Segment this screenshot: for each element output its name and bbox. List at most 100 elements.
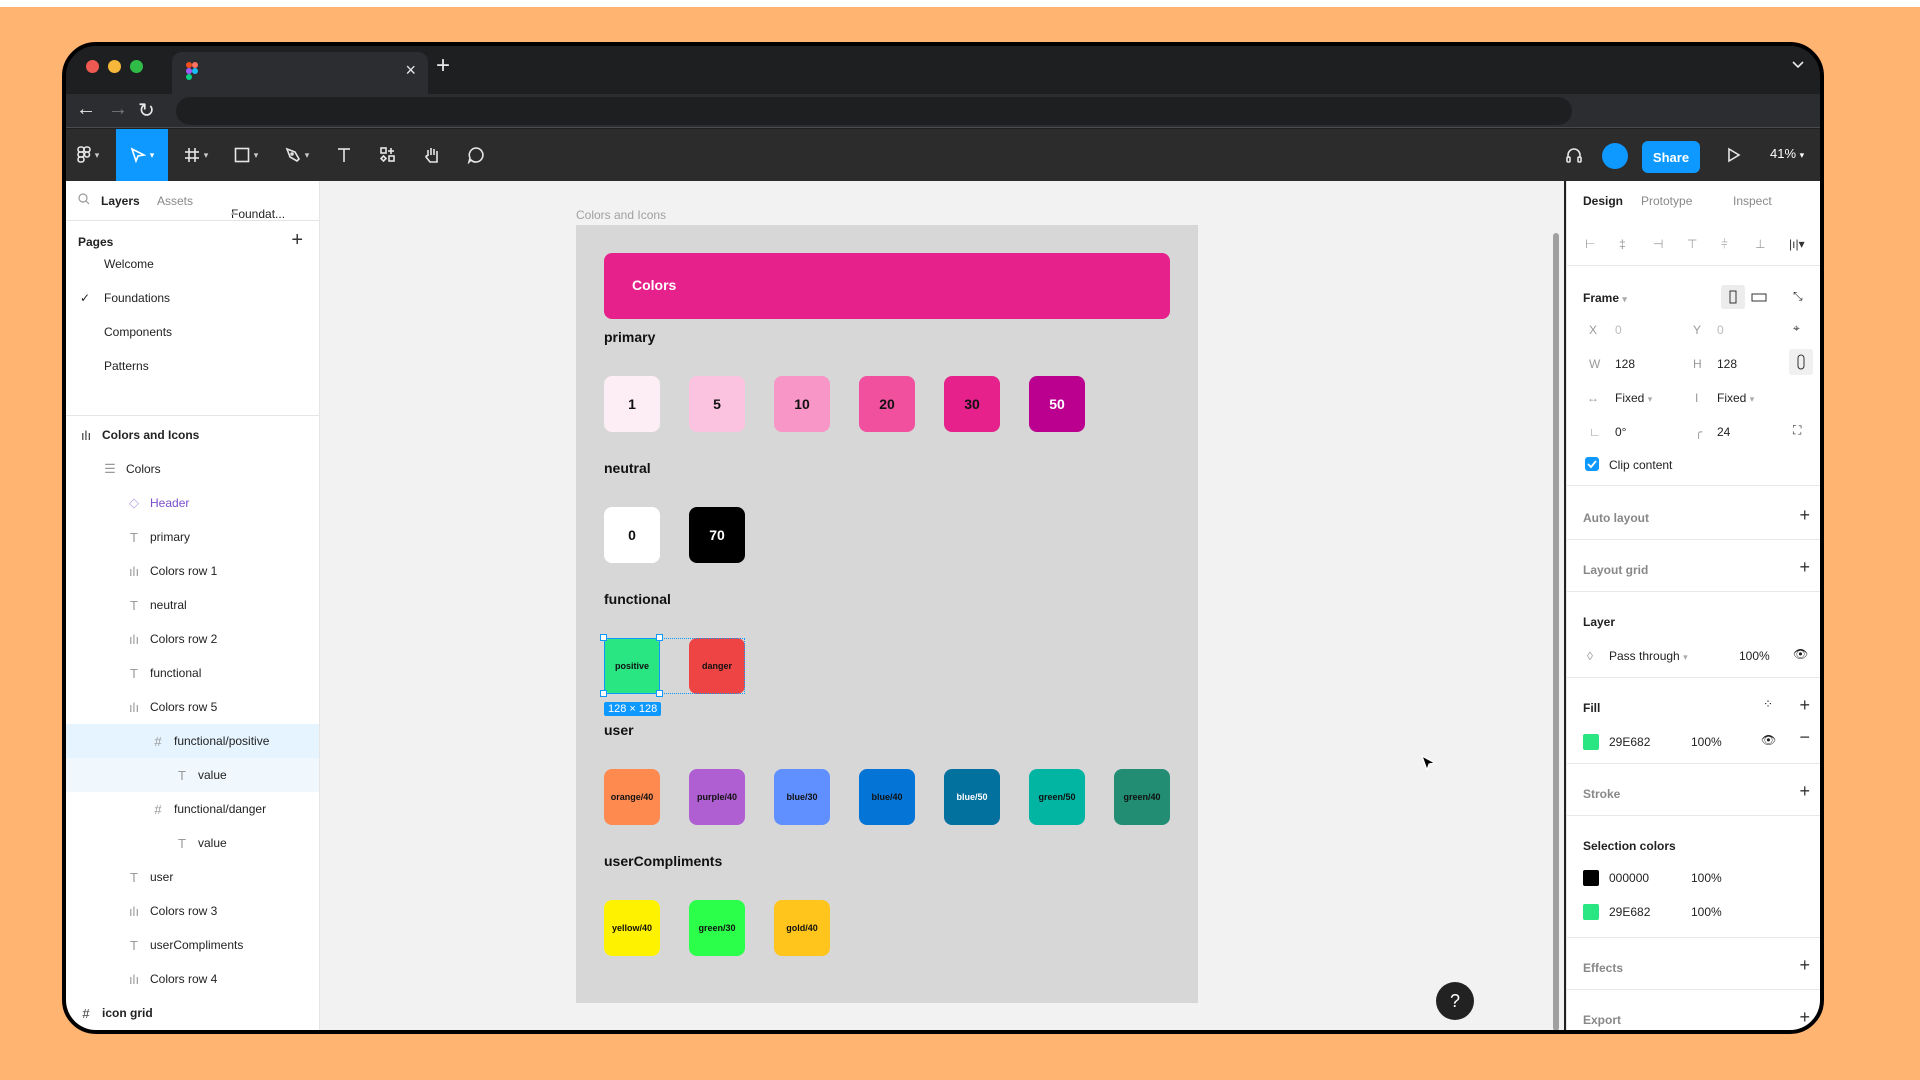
comment-tool-button[interactable] [460,129,492,181]
zoom-dropdown[interactable]: 41% ▾ [1770,146,1804,161]
add-layout-grid-button[interactable]: + [1799,557,1810,578]
color-swatch[interactable]: blue/50 [944,769,1000,825]
section-title-functional[interactable]: functional [604,591,671,607]
selection-color-hex[interactable]: 000000 [1609,871,1649,885]
color-swatch[interactable]: green/30 [689,900,745,956]
layer-row[interactable]: # functional/positive [66,724,319,758]
align-right-icon[interactable]: ⊣ [1653,237,1663,251]
height-input[interactable]: 128 [1717,357,1737,371]
clip-content-checkbox[interactable] [1585,457,1599,471]
colors-and-icons-frame[interactable]: Colors primary 1 5 10 20 30 50 neutral 0 70 functi… [576,225,1198,1003]
page-item-components[interactable]: Components [104,325,172,339]
new-tab-button[interactable]: + [436,52,450,80]
layer-row[interactable]: ılı Colors row 4 [66,962,319,996]
add-page-button[interactable]: + [291,229,303,252]
selection-color-swatch[interactable] [1583,870,1599,886]
portrait-orientation-button[interactable] [1721,285,1745,309]
frame-type-dropdown[interactable]: Frame ▾ [1583,291,1627,305]
horizontal-sizing-dropdown[interactable]: Fixed ▾ [1615,391,1652,405]
color-swatch[interactable]: 30 [944,376,1000,432]
layer-row[interactable]: Tvalue [66,826,319,860]
forward-button[interactable]: → [108,98,128,121]
resize-handle[interactable] [656,634,663,641]
layer-row[interactable]: ılı Colors row 5 [66,690,319,724]
distribute-icon[interactable]: |ı|▾ [1789,237,1805,251]
back-button[interactable]: ← [76,98,96,121]
selection-color-opacity[interactable]: 100% [1691,871,1722,885]
fill-hex-input[interactable]: 29E682 [1609,735,1650,749]
help-button[interactable]: ? [1436,982,1474,1020]
minimize-window-button[interactable] [108,60,121,73]
align-top-icon[interactable]: ⊤ [1687,237,1697,251]
color-swatch[interactable]: purple/40 [689,769,745,825]
color-swatch[interactable]: 10 [774,376,830,432]
remove-fill-button[interactable]: − [1799,727,1810,748]
rotation-input[interactable]: 0° [1615,425,1626,439]
search-icon[interactable] [78,193,90,208]
audio-button[interactable] [1558,129,1590,181]
layer-row[interactable]: ılı Colors and Icons [66,418,319,452]
shape-tool-button[interactable]: ▾ [226,129,266,181]
tab-search-chevron-icon[interactable] [1792,56,1804,72]
canvas[interactable]: Colors and Icons Colors primary 1 5 10 20 30 5… [320,181,1564,1030]
layer-row[interactable]: # icon grid [66,996,319,1030]
landscape-orientation-button[interactable] [1747,285,1771,309]
canvas-vertical-scrollbar[interactable] [1553,233,1559,1030]
layer-row[interactable]: ◇ Header [66,486,319,520]
color-swatch[interactable]: 0 [604,507,660,563]
layer-row[interactable]: ☰ Colors [66,452,319,486]
position-focus-icon[interactable]: ⌖ [1793,321,1800,336]
align-vertical-center-icon[interactable]: ⫩ [1721,237,1728,252]
color-swatch[interactable]: 50 [1029,376,1085,432]
layer-row[interactable]: Tneutral [66,588,319,622]
tab-prototype[interactable]: Prototype [1641,194,1692,208]
y-input[interactable]: 0 [1717,323,1724,337]
blend-mode-dropdown[interactable]: Pass through ▾ [1609,649,1688,663]
add-auto-layout-button[interactable]: + [1799,505,1810,526]
selection-color-swatch[interactable] [1583,904,1599,920]
share-button[interactable]: Share [1642,141,1700,173]
section-title-neutral[interactable]: neutral [604,460,651,476]
color-swatch[interactable]: 1 [604,376,660,432]
section-title-primary[interactable]: primary [604,329,655,345]
x-input[interactable]: 0 [1615,323,1622,337]
main-menu-button[interactable]: ▾ [70,129,106,181]
frame-label[interactable]: Colors and Icons [576,208,666,222]
layer-row[interactable]: TuserCompliments [66,928,319,962]
corner-radius-input[interactable]: 24 [1717,425,1730,439]
layer-opacity-input[interactable]: 100% [1739,649,1770,663]
selection-color-hex[interactable]: 29E682 [1609,905,1650,919]
layer-row[interactable]: Tvalue [66,758,319,792]
reload-button[interactable]: ↻ [138,98,155,123]
color-swatch[interactable]: 70 [689,507,745,563]
close-tab-icon[interactable]: × [405,60,416,81]
fill-color-swatch[interactable] [1583,734,1599,750]
color-swatch[interactable]: 5 [689,376,745,432]
colors-header[interactable]: Colors [604,253,1170,319]
add-effect-button[interactable]: + [1799,955,1810,976]
color-swatch[interactable]: gold/40 [774,900,830,956]
frame-tool-button[interactable]: ▾ [176,129,216,181]
resize-to-fit-icon[interactable]: ⤡ [1793,289,1803,304]
resources-button[interactable] [372,129,404,181]
layer-row[interactable]: Tprimary [66,520,319,554]
close-window-button[interactable] [86,60,99,73]
resize-handle[interactable] [600,634,607,641]
browser-tab[interactable]: × [172,52,428,94]
constrain-proportions-button[interactable] [1789,349,1813,375]
color-swatch[interactable]: blue/30 [774,769,830,825]
layer-row[interactable]: ılı Colors row 2 [66,622,319,656]
pen-tool-button[interactable]: ▾ [276,129,318,181]
add-stroke-button[interactable]: + [1799,781,1810,802]
color-swatch[interactable]: orange/40 [604,769,660,825]
layer-row[interactable]: Tfunctional [66,656,319,690]
layer-visibility-eye-icon[interactable]: 👁 [1793,647,1808,661]
url-input[interactable] [176,97,1572,125]
fill-visibility-eye-icon[interactable]: 👁 [1761,733,1776,747]
present-button[interactable] [1718,129,1750,181]
layer-row[interactable]: ılı Colors row 3 [66,894,319,928]
tab-layers[interactable]: Layers [101,194,140,208]
independent-corners-icon[interactable]: ⛶ [1793,423,1801,438]
resize-handle[interactable] [656,690,663,697]
tab-design[interactable]: Design [1583,194,1623,208]
